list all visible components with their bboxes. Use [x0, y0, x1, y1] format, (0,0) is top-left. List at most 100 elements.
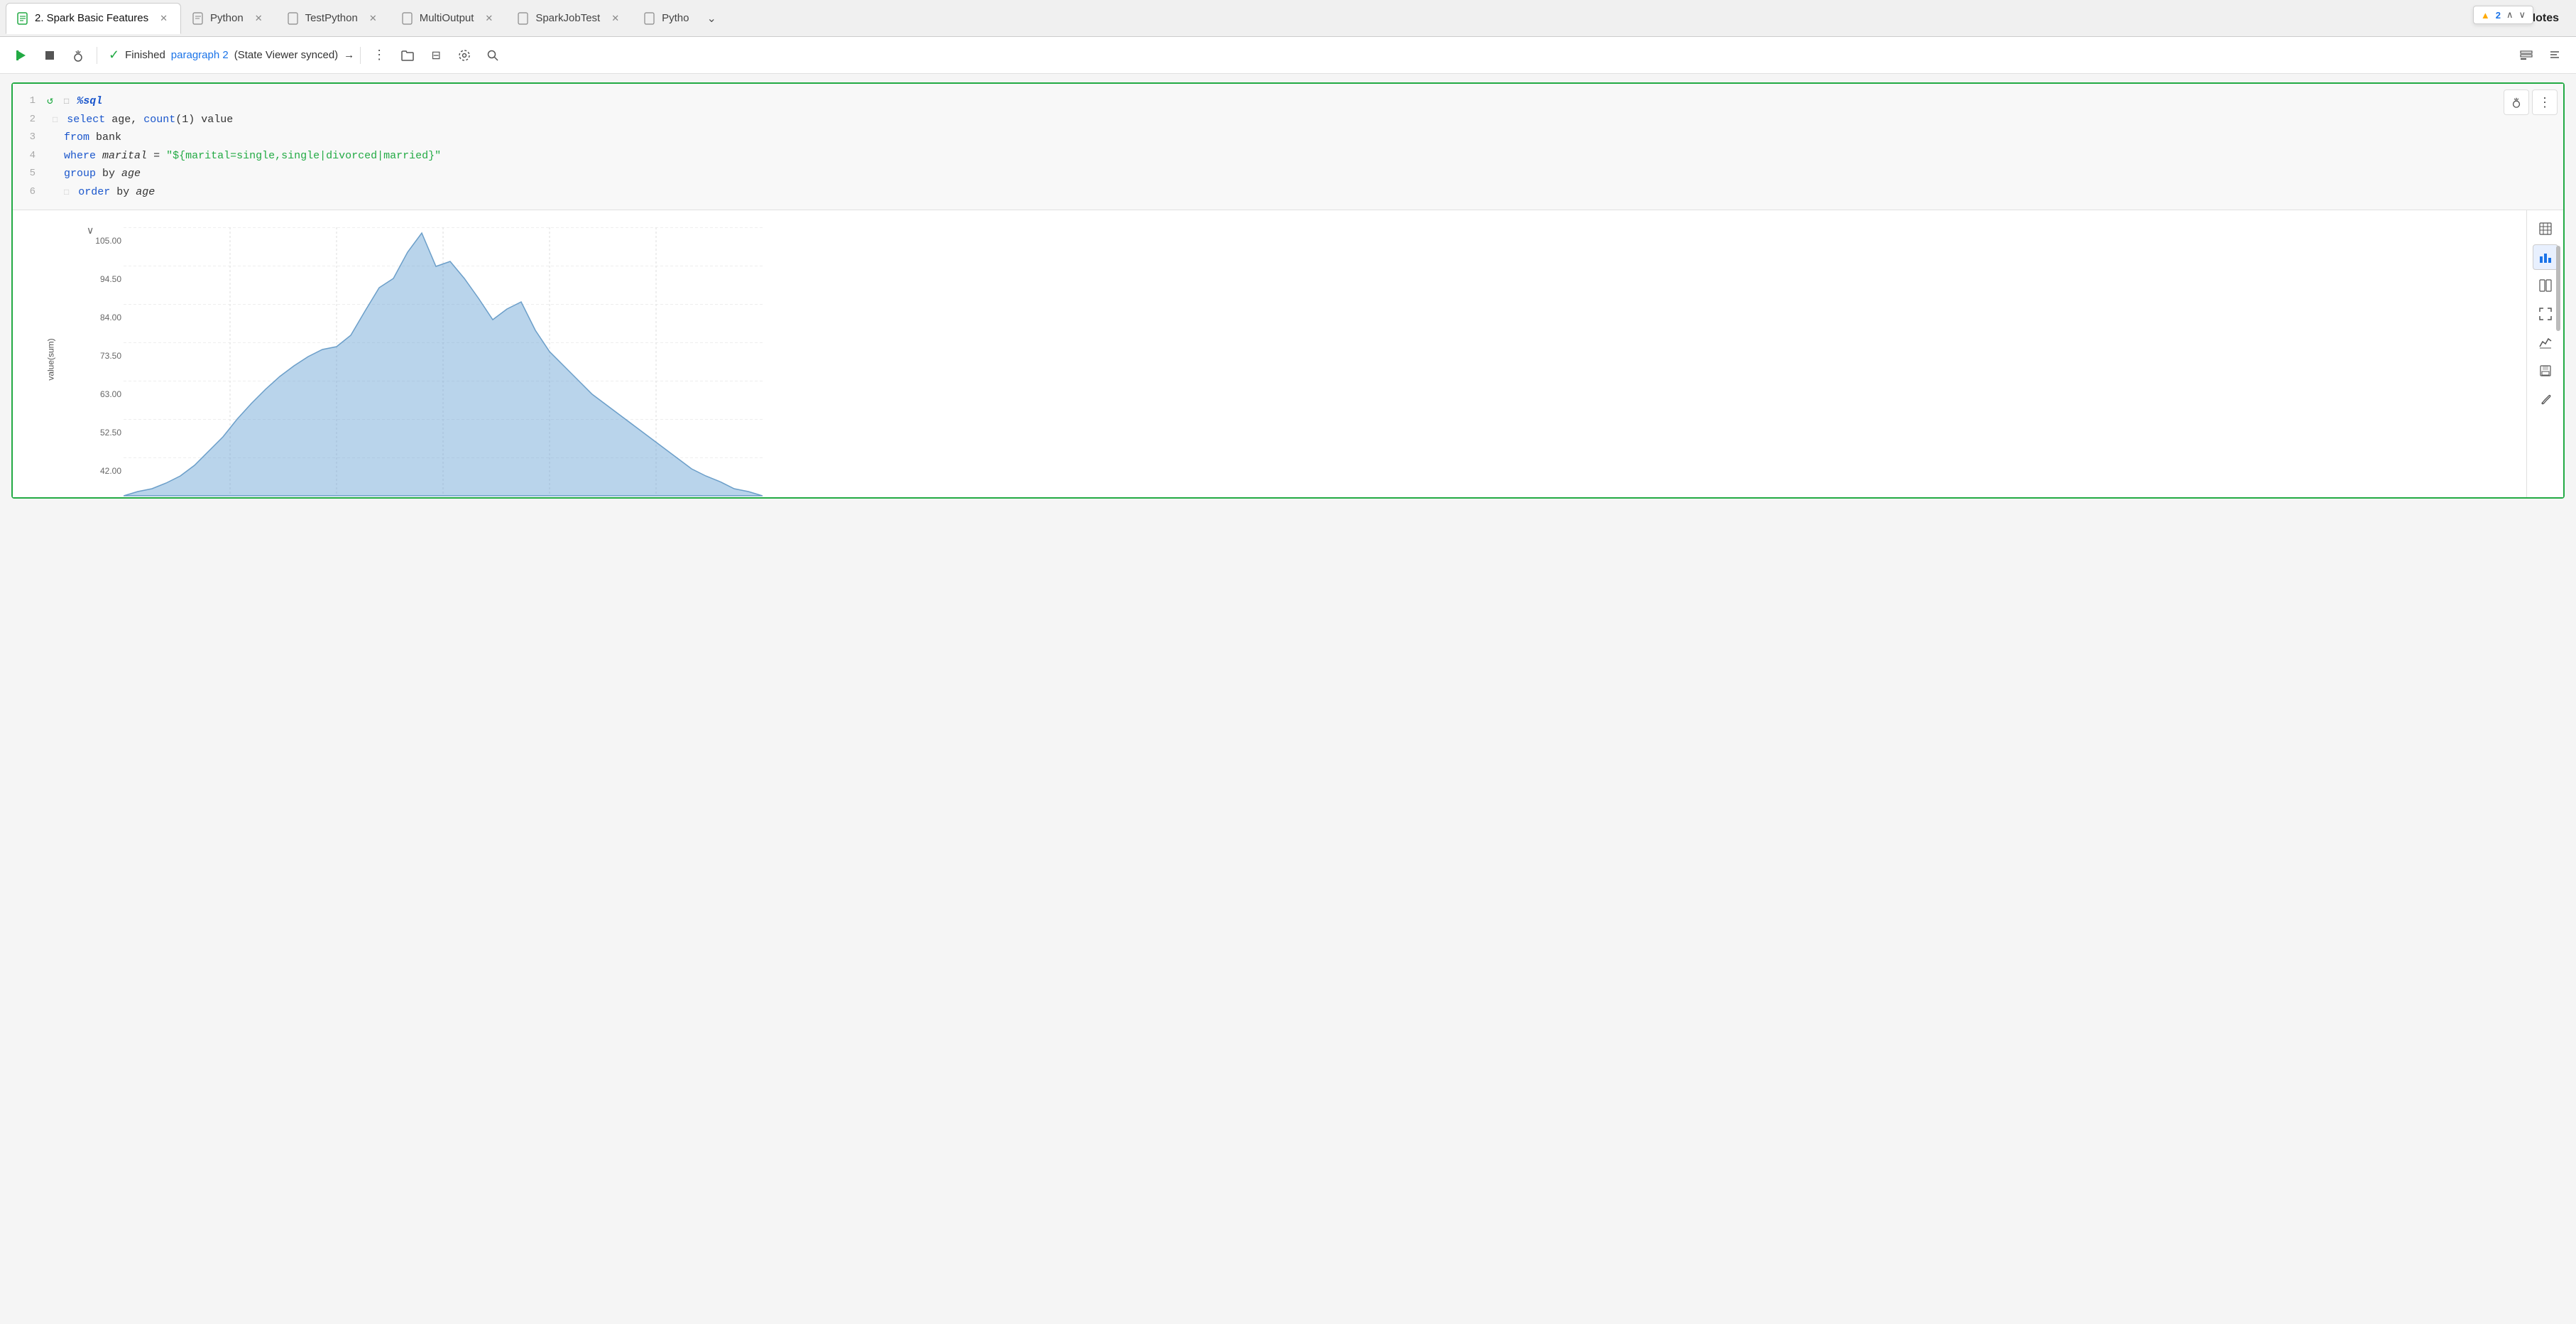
save-icon: [2540, 365, 2551, 376]
output-barchart-button[interactable]: [2533, 244, 2558, 270]
clear-icon: [72, 49, 84, 62]
code-more-button[interactable]: ⋮: [2532, 89, 2558, 115]
status-check-icon: ✓: [109, 48, 119, 63]
toolbar-right: [2514, 43, 2567, 68]
line-num-2: 2: [13, 111, 47, 129]
sparkjobtest-icon: [517, 12, 530, 25]
executable-paragraph: 1 ↺ □ %sql 2 □ select age, count(1) valu…: [11, 82, 2565, 499]
tab-testpython[interactable]: TestPython ✕: [276, 3, 391, 34]
code-line-4: 4 where marital = "${marital=single,sing…: [13, 147, 2563, 166]
stop-button[interactable]: [37, 43, 62, 68]
layout-button[interactable]: [2514, 43, 2539, 68]
output-scrollbar[interactable]: [2556, 246, 2560, 331]
line-num-6: 6: [13, 183, 47, 201]
settings-button[interactable]: [452, 43, 477, 68]
gear-icon: [458, 49, 471, 62]
tab-multioutput[interactable]: MultiOutput ✕: [391, 3, 507, 34]
output-save-button[interactable]: [2533, 358, 2558, 384]
search-icon: [486, 49, 499, 62]
line-content-6: □ order by age: [47, 183, 2563, 202]
more-actions-button[interactable]: ⋮: [366, 43, 392, 68]
code-editor[interactable]: 1 ↺ □ %sql 2 □ select age, count(1) valu…: [13, 84, 2563, 210]
sliders-icon: ⊟: [431, 48, 440, 63]
tab-python-label: Python: [210, 12, 244, 24]
tab-sparkjobtest-label: SparkJobTest: [535, 12, 600, 24]
folder-icon: [401, 50, 414, 61]
tab-spark-close[interactable]: ✕: [157, 11, 170, 26]
where-kw: where: [64, 150, 96, 162]
tab-sparkjobtest-close[interactable]: ✕: [608, 11, 622, 26]
line-content-2: □ select age, count(1) value: [47, 111, 2563, 129]
tab-testpython-close[interactable]: ✕: [366, 11, 380, 26]
spin-icon: ↺: [47, 95, 53, 107]
where-field: marital: [102, 150, 147, 162]
from-value: bank: [96, 131, 121, 143]
expand-icon: [2539, 308, 2552, 320]
tab-python[interactable]: Python ✕: [181, 3, 276, 34]
output-columns-button[interactable]: [2533, 273, 2558, 298]
line-num-3: 3: [13, 129, 47, 146]
tab-spark-label: 2. Spark Basic Features: [35, 12, 148, 24]
collapse-box-icon-6: □: [64, 188, 69, 197]
toolbar-divider-2: [360, 47, 361, 64]
output-linechart-button[interactable]: [2533, 330, 2558, 355]
status-finished-text: Finished: [125, 49, 165, 61]
tab-python-close[interactable]: ✕: [252, 11, 266, 26]
linechart-icon: [2539, 336, 2552, 349]
from-kw: from: [64, 131, 89, 143]
tab-overflow-button[interactable]: ⌄: [699, 3, 723, 34]
collapse-box-icon-2: □: [53, 115, 58, 125]
align-icon: [2549, 50, 2560, 60]
y-label-3: 84.00: [100, 313, 121, 322]
status-paragraph-link[interactable]: paragraph 2: [171, 49, 229, 61]
tab-multioutput-label: MultiOutput: [420, 12, 474, 24]
directive-text: %sql: [77, 95, 102, 107]
code-line-5: 5 group by age: [13, 165, 2563, 183]
sliders-button[interactable]: ⊟: [423, 43, 449, 68]
status-arrow: →: [344, 49, 354, 61]
search-button[interactable]: [480, 43, 506, 68]
run-icon: [15, 49, 28, 62]
stop-icon: [44, 50, 55, 61]
columns-icon: [2539, 279, 2552, 292]
tab-python2-label: Pytho: [662, 12, 689, 24]
code-line-3: 3 from bank: [13, 129, 2563, 147]
line-content-3: from bank: [47, 129, 2563, 147]
tab-sparkjobtest[interactable]: SparkJobTest ✕: [506, 3, 633, 34]
output-settings-button[interactable]: [2533, 386, 2558, 412]
group-by: by: [102, 168, 121, 180]
tab-python2[interactable]: Pytho: [633, 3, 699, 34]
y-label-6: 52.50: [100, 428, 121, 438]
y-label-5: 63.00: [100, 389, 121, 399]
python2-icon: [643, 12, 656, 25]
order-kw: order: [78, 186, 110, 198]
folder-button[interactable]: [395, 43, 420, 68]
code-action-buttons: ⋮: [2504, 89, 2558, 115]
line-content-1: ↺ □ %sql: [47, 92, 2563, 111]
tab-testpython-label: TestPython: [305, 12, 358, 24]
tab-bar: 2. Spark Basic Features ✕ Python ✕ TestP…: [0, 0, 2576, 37]
tab-multioutput-close[interactable]: ✕: [482, 11, 496, 26]
tab-spark[interactable]: 2. Spark Basic Features ✕: [6, 3, 181, 34]
order-by: by: [116, 186, 136, 198]
output-expand-button[interactable]: [2533, 301, 2558, 327]
code-more-icon: ⋮: [2538, 95, 2551, 110]
code-line-1: 1 ↺ □ %sql: [13, 92, 2563, 111]
main-content: ▲ 2 ∧ ∨ 1 ↺ □ %sql 2: [0, 74, 2576, 1324]
y-label-2: 94.50: [100, 274, 121, 284]
y-label-4: 73.50: [100, 351, 121, 361]
wrench-icon: [2540, 394, 2551, 405]
output-toolbar: [2526, 210, 2563, 497]
align-button[interactable]: [2542, 43, 2567, 68]
output-table-button[interactable]: [2533, 216, 2558, 242]
code-run-button[interactable]: [2504, 89, 2529, 115]
code-run-icon: [2511, 97, 2522, 108]
layout-icon: [2520, 50, 2533, 60]
y-axis-title: value(sum): [46, 338, 56, 380]
clear-button[interactable]: [65, 43, 91, 68]
note-icon: [16, 12, 29, 25]
paragraph-output: ∨ 105.00 94.50 84.00 73.50 63.00 52.50 4…: [13, 210, 2563, 497]
run-button[interactable]: [9, 43, 34, 68]
line-content-4: where marital = "${marital=single,single…: [47, 147, 2563, 166]
line-num-4: 4: [13, 147, 47, 165]
